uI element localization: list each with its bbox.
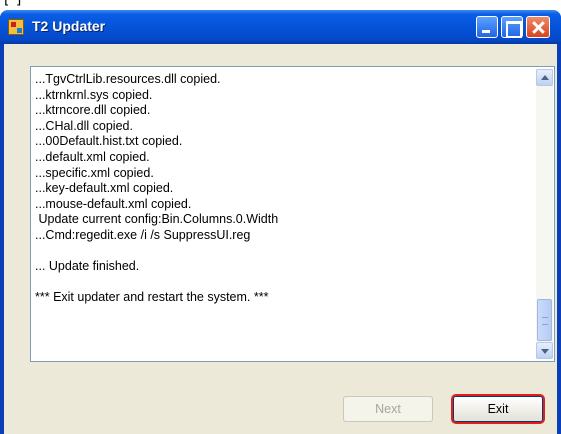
- window-title: T2 Updater: [32, 18, 106, 34]
- log-line: ...ktrnkrnl.sys copied.: [35, 87, 153, 102]
- log-line: ...specific.xml copied.: [35, 165, 154, 180]
- updater-window: T2 Updater ...TgvCtrlLib.resources.dll c…: [0, 10, 561, 434]
- scroll-up-icon[interactable]: [536, 69, 553, 86]
- log-line: ...Cmd:regedit.exe /i /s SuppressUI.reg: [35, 227, 251, 242]
- log-line: ...00Default.hist.txt copied.: [35, 134, 183, 149]
- client-area: ...TgvCtrlLib.resources.dll copied. ...kt…: [4, 44, 557, 434]
- log-blank-line: [35, 244, 523, 260]
- log-line: ...mouse-default.xml copied.: [35, 196, 192, 211]
- scroll-down-icon[interactable]: [536, 342, 553, 359]
- next-button[interactable]: Next: [343, 396, 433, 422]
- title-bar[interactable]: T2 Updater: [0, 10, 561, 44]
- exit-button[interactable]: Exit: [453, 396, 543, 422]
- vertical-scrollbar[interactable]: [536, 69, 553, 359]
- top-fragment-text: [ ]: [4, 0, 23, 8]
- log-line: ...ktrncore.dll copied.: [35, 103, 151, 118]
- log-line: ...default.xml copied.: [35, 149, 150, 164]
- log-line: ...CHal.dll copied.: [35, 118, 133, 133]
- top-fragment: [ ]: [0, 0, 561, 10]
- log-textbox[interactable]: ...TgvCtrlLib.resources.dll copied. ...kt…: [30, 66, 555, 362]
- log-line: *** Exit updater and restart the system.…: [35, 290, 269, 305]
- log-line: ...TgvCtrlLib.resources.dll copied.: [35, 72, 221, 86]
- scroll-thumb[interactable]: [537, 299, 552, 341]
- app-icon: [8, 19, 24, 35]
- minimize-button[interactable]: [476, 16, 498, 38]
- log-lines: ...TgvCtrlLib.resources.dll copied. ...kt…: [35, 72, 523, 306]
- log-blank-line: [35, 275, 523, 291]
- log-line: ... Update finished.: [35, 259, 140, 274]
- close-button[interactable]: [526, 16, 550, 38]
- log-line: ...key-default.xml copied.: [35, 181, 174, 196]
- log-line: Update current config:Bin.Columns.0.Widt…: [35, 212, 279, 227]
- maximize-button[interactable]: [501, 16, 523, 38]
